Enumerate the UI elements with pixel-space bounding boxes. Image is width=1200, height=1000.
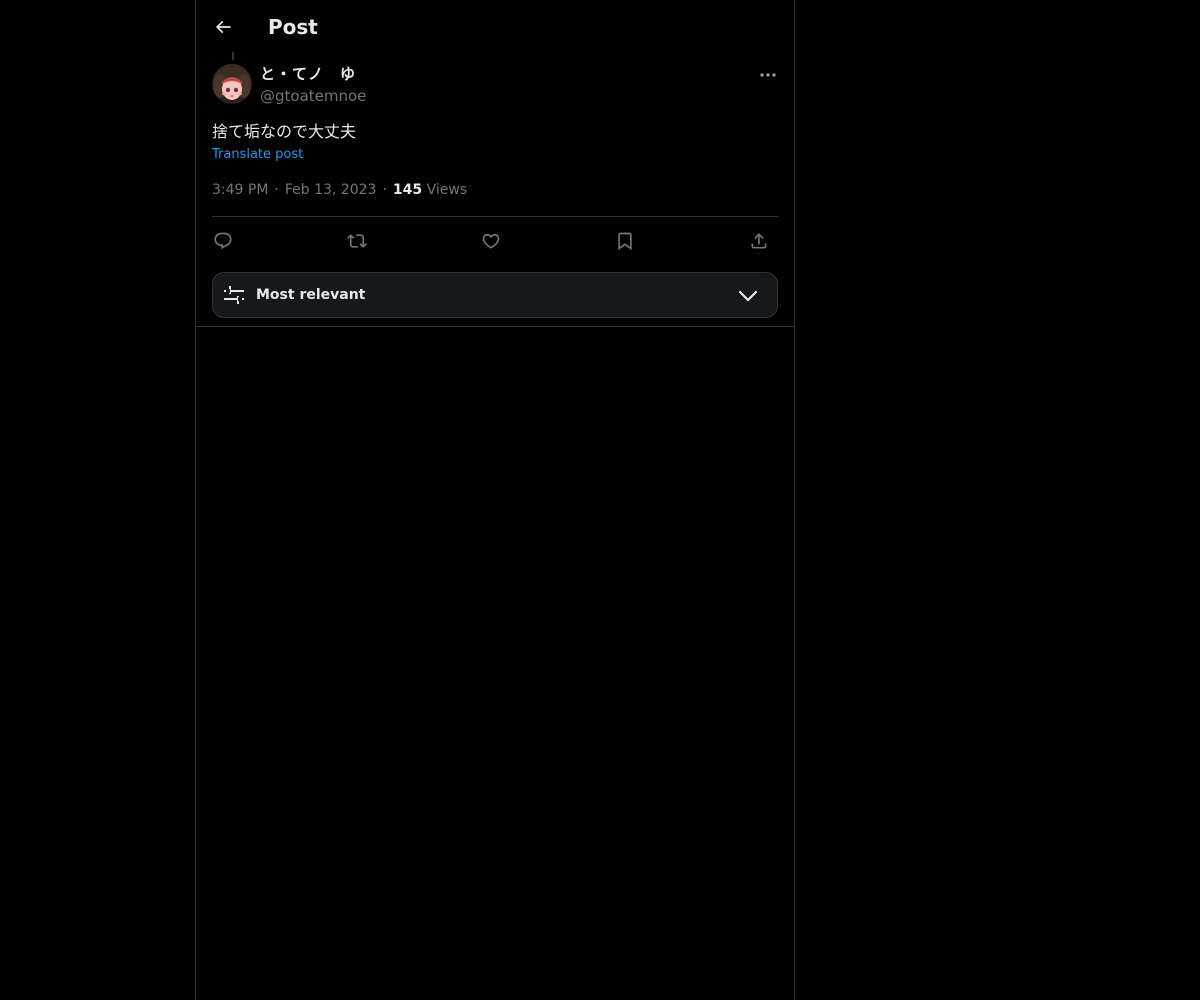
section-divider xyxy=(196,326,794,327)
repost-icon xyxy=(347,231,367,251)
arrow-left-icon xyxy=(213,17,233,37)
repost-button[interactable] xyxy=(343,227,371,255)
post-time[interactable]: 3:49 PM xyxy=(212,182,268,198)
post-actions-bar xyxy=(212,227,778,255)
main-column: Post と・てノ ゆ @gtoatemnoe 捨て垢なので大丈夫 Transl… xyxy=(195,0,795,1000)
bookmark-icon xyxy=(615,231,635,251)
author-handle[interactable]: @gtoatemnoe xyxy=(260,86,366,106)
like-button[interactable] xyxy=(477,227,505,255)
post-metadata: 3:49 PM · Feb 13, 2023 · 145 Views xyxy=(212,180,467,200)
chevron-down-icon xyxy=(737,285,759,307)
actions-divider xyxy=(212,216,778,217)
avatar[interactable] xyxy=(212,64,252,104)
post-date[interactable]: Feb 13, 2023 xyxy=(285,182,377,198)
views-label: Views xyxy=(426,182,468,198)
more-horizontal-icon xyxy=(760,73,776,77)
more-options-button[interactable] xyxy=(756,64,780,86)
views-count: 145 xyxy=(392,182,423,198)
sort-label: Most relevant xyxy=(256,287,366,303)
post-text: 捨て垢なので大丈夫 xyxy=(212,122,357,141)
share-button[interactable] xyxy=(745,227,773,255)
translate-post-link[interactable]: Translate post xyxy=(212,146,303,164)
back-button[interactable] xyxy=(209,13,237,41)
page-title: Post xyxy=(268,15,318,39)
author-display-name[interactable]: と・てノ ゆ xyxy=(260,64,356,84)
meta-separator: · xyxy=(382,182,387,198)
sliders-icon xyxy=(223,284,245,306)
reply-button[interactable] xyxy=(209,227,237,255)
meta-separator: · xyxy=(274,182,279,198)
reply-sort-dropdown[interactable]: Most relevant xyxy=(212,272,778,318)
heart-icon xyxy=(481,231,501,251)
reply-icon xyxy=(213,231,233,251)
post-header: Post xyxy=(196,0,794,53)
bookmark-button[interactable] xyxy=(611,227,639,255)
thread-connector-line xyxy=(232,52,234,60)
share-icon xyxy=(749,231,769,251)
